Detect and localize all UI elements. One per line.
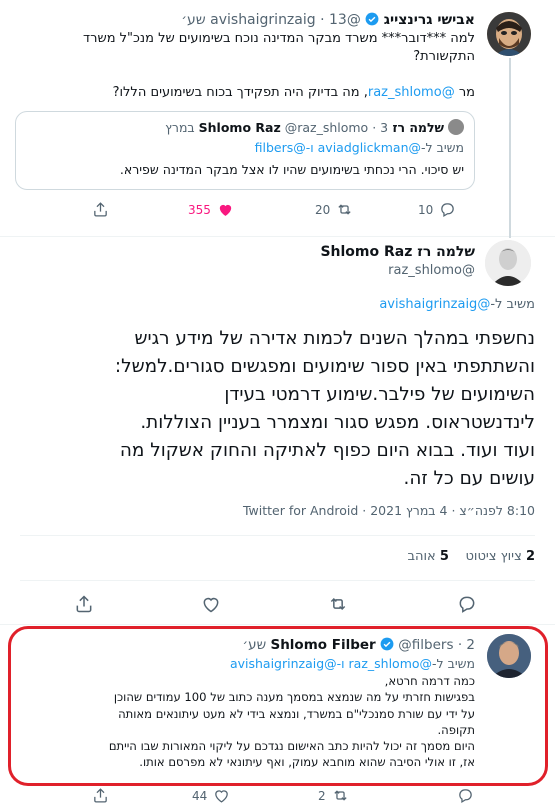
tweet-text-line: אז, זו אולי הסיבה שהוא מוחבא עמוק, ואף ע… [139,755,475,770]
like-count: 44 [192,788,208,803]
reply-icon [459,789,472,804]
quoted-tweet-text: יש סיכוי. הרי נכחתי בשימועים שהיו לו אצל… [119,162,464,177]
reply-button[interactable]: 10 [418,201,456,218]
thread-line [509,228,511,238]
retweet-count: 2 [318,788,326,803]
reply-count: 10 [418,202,434,217]
tweet-text: כמה דרמה חרטא, בפגישות חזרתי על מה שנמצא… [13,673,475,771]
tweet-header: אבישי גרינצייג @avishaigrinzaig · 13 שע׳ [181,12,475,28]
tweet-text-line: היום מסמך זה יכול להיות כתב האישום נגדכם… [108,739,475,754]
retweet-icon [330,597,346,611]
avatar-shlomo-raz-image [485,240,531,286]
author-name[interactable]: Shlomo Filber [270,637,375,653]
reply-to: משיב ל-@avishaigrinzaig [379,297,535,312]
like-button[interactable] [201,594,221,614]
retweet-count: 20 [315,202,331,217]
reply-icon [459,596,475,613]
tweet-text-line: כמה דרמה חרטא, [384,674,475,688]
tweet-text-line: לינדנשטראוס. מפגש סגור ומצמרר בעניין הצו… [140,412,535,433]
like-button[interactable]: 355 [188,201,234,218]
verified-badge-icon [380,637,394,651]
tweet-text-line: מר @raz_shlomo, מה בדיוק היה תפקידך בכוח… [112,85,475,100]
tweet-text: למה ***דובר*** משרד מבקר המדינה נוכח בשי… [20,30,475,102]
engagement-stats: 2 ציוץ ציטוט 5 אוהב [20,549,536,564]
avatar-avishai-image [487,12,531,56]
share-icon [94,202,107,217]
reply-button[interactable] [457,594,477,614]
avatar[interactable] [487,634,531,678]
divider [20,580,535,581]
retweet-icon [338,204,351,215]
share-icon [94,788,107,803]
quote-tweets-stat[interactable]: 2 ציוץ ציטוט [465,549,535,564]
heart-icon [215,790,229,803]
reply-to: משיב ל-@raz_shlomo ו-@avishaigrinzaig [229,656,475,671]
quoted-tweet[interactable]: שלמה רז Shlomo Raz @raz_shlomo · 3 במרץ … [15,111,475,190]
tweet-text-line: בפגישות חזרתי על מה שנמצא במסמך מענה כתו… [113,690,475,705]
quoted-author-avatar [448,119,464,135]
author-name[interactable]: שלמה רז Shlomo Raz [55,244,475,260]
like-count: 355 [188,202,211,217]
mention-link[interactable]: @raz_shlomo [368,85,455,100]
retweet-button[interactable]: 20 [315,201,353,218]
retweet-icon [334,790,347,801]
divider [20,535,535,536]
retweet-button[interactable] [328,594,348,614]
author-name[interactable]: אבישי גרינצייג [384,12,475,28]
quoted-author-handle: @raz_shlomo [284,120,369,135]
avatar[interactable] [487,12,531,56]
tweet-timestamp[interactable]: 8:10 לפנה״צ · 4 במרץ 2021 · Twitter for … [20,503,535,518]
share-button[interactable] [92,201,109,218]
tweet-text-line: נחשפתי במהלך השנים לכמות אדירה של מידע ר… [134,328,535,349]
verified-badge-icon [365,12,379,26]
reply-to-mentions[interactable]: @raz_shlomo ו-@avishaigrinzaig [230,656,432,671]
share-button[interactable] [92,787,109,804]
divider [0,236,555,237]
thread-line [509,58,511,236]
tweet-text-line: תקופה. [437,722,475,737]
share-button[interactable] [74,594,94,614]
author-handle[interactable]: @raz_shlomo [55,263,475,278]
author-handle[interactable]: @filbers [398,637,453,653]
quoted-reply-to-mentions[interactable]: @aviadglickman ו-@filbers [255,140,421,155]
tweet-text-line: למה ***דובר*** משרד מבקר המדינה נוכח בשי… [83,31,475,46]
quoted-reply-to: משיב ל-@aviadglickman ו-@filbers [254,140,464,155]
tweet-main-text: נחשפתי במהלך השנים לכמות אדירה של מידע ר… [10,325,535,493]
like-button[interactable]: 44 [192,787,230,804]
likes-stat[interactable]: 5 אוהב [408,549,449,564]
quoted-tweet-header: שלמה רז Shlomo Raz @raz_shlomo · 3 במרץ [24,119,464,135]
tweet-text-line: על ידי עם שורת סמנכלי"ם במשרד, ונמצא ביד… [118,706,475,721]
tweet-text-line: השימועים של פילבר.שימוע דרמטי בעידן [224,384,535,405]
reply-icon [441,203,455,218]
tweet-text-line: והשתתפתי באין ספור שימועים ומפגשים סגורי… [114,356,535,377]
heart-icon [203,597,219,613]
divider [0,624,555,625]
avatar-filber-image [487,634,531,678]
reply-to-mention[interactable]: @avishaigrinzaig [379,297,490,312]
tweet-text-line: עושים עם כל זה. [403,468,535,489]
reply-button[interactable] [457,787,474,804]
avatar[interactable] [485,240,531,286]
tweet-header: Shlomo Filber @filbers · 2 שע׳ [242,637,475,653]
tweet-text-line: ועוד ועוד. בבוא היום כפוף לאתיקה והחוק א… [119,440,535,461]
share-icon [76,595,92,613]
heart-filled-icon [219,204,232,216]
tweet-text-line: התקשורת? [413,49,475,64]
retweet-button[interactable]: 2 [318,787,349,804]
